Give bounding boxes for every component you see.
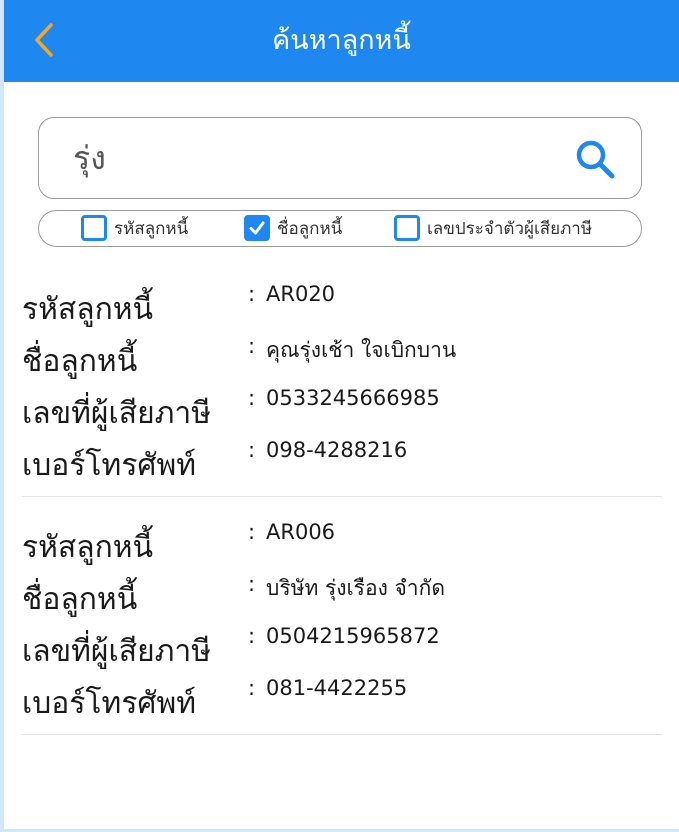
search-input[interactable] [73, 132, 553, 184]
search-button[interactable] [573, 137, 617, 181]
separator: : [248, 282, 256, 306]
value-tax-id: 0504215965872 [266, 624, 440, 648]
value-phone: 081-4422255 [266, 676, 408, 700]
magnifier-icon [576, 140, 615, 179]
result-row-phone: เบอร์โทรศัพท์ : 081-4422255 [22, 676, 662, 726]
result-row-code: รหัสลูกหนี้ : AR006 [22, 520, 662, 570]
label-debtor-code: รหัสลูกหนี้ [22, 530, 154, 565]
label-debtor-name: ชื่อลูกหนี้ [22, 582, 138, 617]
result-row-name: ชื่อลูกหนี้ : บริษัท รุ่งเรือง จำกัด [22, 572, 662, 622]
filter-label-name: ชื่อลูกหนี้ [277, 218, 343, 239]
separator: : [248, 334, 256, 358]
filter-checkbox-code[interactable] [81, 215, 107, 241]
app-header: ค้นหาลูกหนี้ [4, 0, 679, 82]
label-phone: เบอร์โทรศัพท์ [22, 448, 197, 483]
search-filter-bar: รหัสลูกหนี้ ชื่อลูกหนี้ เลขประจำตัวผู้เส… [38, 210, 642, 247]
chevron-left-icon [35, 23, 53, 57]
result-row-code: รหัสลูกหนี้ : AR020 [22, 282, 662, 332]
result-card[interactable]: รหัสลูกหนี้ : AR006 ชื่อลูกหนี้ : บริษัท… [22, 520, 662, 735]
back-button[interactable] [22, 18, 66, 62]
value-tax-id: 0533245666985 [266, 386, 440, 410]
result-card[interactable]: รหัสลูกหนี้ : AR020 ชื่อลูกหนี้ : คุณรุ่… [22, 282, 662, 497]
filter-checkbox-name[interactable] [244, 215, 270, 241]
separator: : [248, 386, 256, 410]
label-phone: เบอร์โทรศัพท์ [22, 686, 197, 721]
value-debtor-name: คุณรุ่งเช้า ใจเบิกบาน [266, 338, 457, 362]
separator: : [248, 438, 256, 462]
separator: : [248, 676, 256, 700]
filter-option-tax-id[interactable]: เลขประจำตัวผู้เสียภาษี [394, 211, 592, 245]
separator: : [248, 572, 256, 596]
filter-option-code[interactable]: รหัสลูกหนี้ [81, 211, 188, 245]
result-row-tax-id: เลขที่ผู้เสียภาษี : 0504215965872 [22, 624, 662, 674]
check-icon [249, 221, 265, 235]
label-debtor-name: ชื่อลูกหนี้ [22, 344, 138, 379]
value-phone: 098-4288216 [266, 438, 408, 462]
label-tax-id: เลขที่ผู้เสียภาษี [22, 634, 212, 669]
filter-option-name[interactable]: ชื่อลูกหนี้ [244, 211, 342, 245]
separator: : [248, 624, 256, 648]
label-debtor-code: รหัสลูกหนี้ [22, 292, 154, 327]
filter-label-tax-id: เลขประจำตัวผู้เสียภาษี [427, 218, 593, 239]
separator: : [248, 520, 256, 544]
filter-checkbox-tax-id[interactable] [394, 215, 420, 241]
value-debtor-name: บริษัท รุ่งเรือง จำกัด [266, 576, 445, 600]
value-debtor-code: AR006 [266, 520, 336, 544]
search-box [38, 117, 642, 199]
result-row-name: ชื่อลูกหนี้ : คุณรุ่งเช้า ใจเบิกบาน [22, 334, 662, 384]
page-title: ค้นหาลูกหนี้ [272, 25, 411, 56]
value-debtor-code: AR020 [266, 282, 336, 306]
result-row-phone: เบอร์โทรศัพท์ : 098-4288216 [22, 438, 662, 488]
label-tax-id: เลขที่ผู้เสียภาษี [22, 396, 212, 431]
result-row-tax-id: เลขที่ผู้เสียภาษี : 0533245666985 [22, 386, 662, 436]
filter-label-code: รหัสลูกหนี้ [114, 218, 189, 239]
